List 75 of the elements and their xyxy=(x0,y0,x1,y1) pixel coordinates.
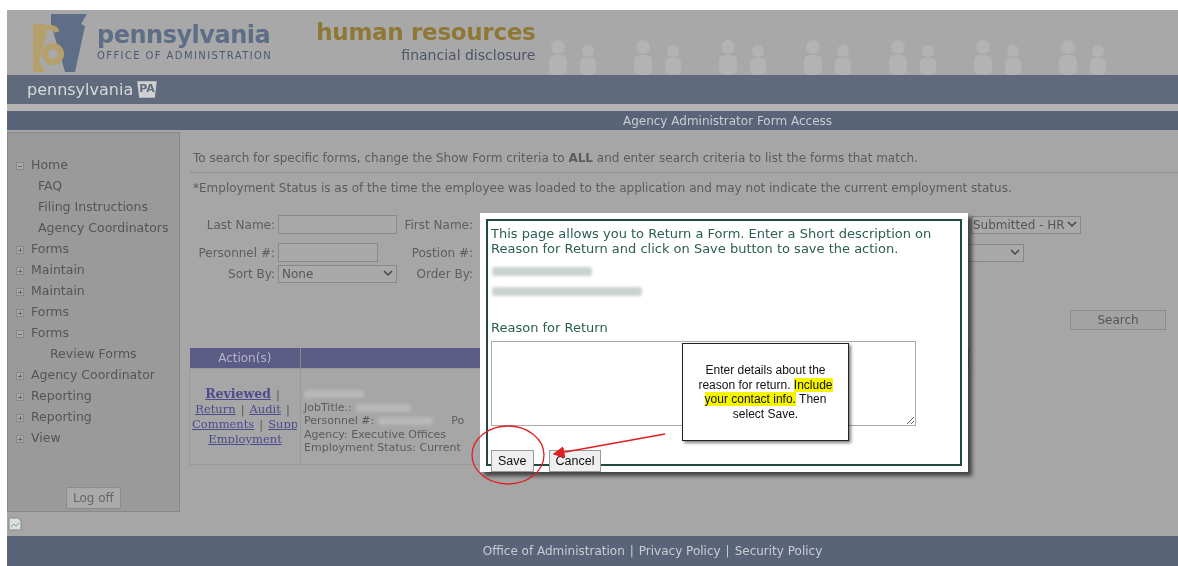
page-title: Agency Administrator Form Access xyxy=(622,112,833,130)
field-label: Personnel #: xyxy=(197,244,276,262)
detail-label: Personnel #: xyxy=(304,414,375,427)
modal-button[interactable]: Cancel xyxy=(548,449,602,473)
field-label: Postion #: xyxy=(410,244,474,262)
footer-link[interactable]: Security Policy xyxy=(734,542,823,560)
sidebar-item[interactable]: FAQ xyxy=(38,177,63,196)
action-link[interactable]: Supp xyxy=(268,417,297,431)
field-label: Order By: xyxy=(415,265,474,283)
action-link[interactable]: Audit xyxy=(249,402,281,416)
sidebar-item[interactable]: Forms xyxy=(31,303,69,322)
chevron-down-icon xyxy=(383,270,393,277)
action-link[interactable]: Comments xyxy=(192,417,255,431)
sidebar-item[interactable]: Forms xyxy=(31,324,69,343)
sidebar-item[interactable]: Review Forms xyxy=(50,345,137,364)
action-link[interactable]: Reviewed xyxy=(205,386,271,401)
field-label: Reason for Return xyxy=(491,319,609,337)
agency-subtitle: OFFICE OF ADMINISTRATION xyxy=(97,49,273,63)
instruction-text: *Employment Status is as of the time the employee was loaded to the application and may not indicate the current employment status. xyxy=(193,180,1013,196)
action-link[interactable]: Employment xyxy=(208,432,282,446)
app-subtitle: financial disclosure xyxy=(400,46,536,65)
separator-text: | xyxy=(259,417,264,431)
sidebar-item[interactable]: Reporting xyxy=(31,408,92,427)
field-label: Sort By: xyxy=(227,265,276,283)
toggle-icon[interactable] xyxy=(16,245,24,254)
toggle-icon[interactable] xyxy=(16,287,24,296)
text-field[interactable] xyxy=(278,215,397,234)
instruction-text: To search for specific forms, change the Show Form criteria to ALL and enter search criteria to list the forms that match. xyxy=(193,150,919,166)
search-button[interactable]: Search xyxy=(1070,310,1166,330)
select-field[interactable]: Submitted - HR xyxy=(971,215,1081,234)
action-link[interactable]: Return xyxy=(195,402,236,416)
toggle-icon[interactable] xyxy=(16,266,24,275)
broken-image-icon xyxy=(8,516,22,531)
detail-text: Employment Status: Current xyxy=(304,441,461,454)
sidebar-item[interactable]: Agency Coordinators xyxy=(38,219,169,238)
sidebar-item[interactable]: Forms xyxy=(31,240,69,259)
separator-text: | xyxy=(240,402,245,416)
sidebar-item[interactable]: Agency Coordinator xyxy=(31,366,155,385)
toggle-icon[interactable] xyxy=(16,371,24,380)
logoff-button[interactable]: Log off xyxy=(66,487,121,509)
footer-link[interactable]: Privacy Policy xyxy=(638,542,721,560)
separator-text: | xyxy=(285,402,290,416)
sidebar-item[interactable]: View xyxy=(31,429,61,448)
toggle-icon[interactable] xyxy=(16,413,24,422)
state-badge: PA xyxy=(137,81,157,98)
toggle-icon[interactable] xyxy=(16,308,24,317)
text-field[interactable] xyxy=(278,243,378,262)
separator-text: | xyxy=(275,387,280,401)
modal-button[interactable]: Save xyxy=(491,449,534,473)
detail-text: Agency: Executive Offices xyxy=(304,427,447,441)
modal-message: This page allows you to Return a Form. Enter a Short description on Reason for Return and click on Save button to save the action. xyxy=(491,226,933,256)
chevron-down-icon xyxy=(1067,221,1077,228)
sidebar-item[interactable]: Maintain xyxy=(31,282,85,301)
field-label: Last Name: xyxy=(205,216,276,234)
sidebar-item[interactable]: Home xyxy=(31,156,68,175)
footer-link[interactable]: Office of Administration xyxy=(482,542,625,560)
toggle-icon[interactable] xyxy=(16,434,24,443)
toggle-icon[interactable] xyxy=(16,392,24,401)
separator-text: | xyxy=(629,543,634,560)
sidebar-item[interactable]: Reporting xyxy=(31,387,92,406)
toggle-icon[interactable] xyxy=(16,161,24,170)
agency-name: pennsylvania xyxy=(97,22,272,48)
detail-label: Po xyxy=(451,414,465,427)
sidebar-item[interactable]: Filing Instructions xyxy=(38,198,148,217)
toggle-icon[interactable] xyxy=(16,329,24,338)
detail-label: JobTitle.: xyxy=(304,400,352,414)
field-label: First Name: xyxy=(403,216,474,234)
state-name: pennsylvania xyxy=(27,78,134,101)
select-field[interactable]: None xyxy=(278,264,397,283)
app-title: human resources xyxy=(316,19,536,45)
sidebar-item[interactable]: Maintain xyxy=(31,261,85,280)
column-header: Action(s) xyxy=(189,348,301,369)
separator-text: | xyxy=(725,543,730,560)
chevron-down-icon xyxy=(1010,249,1020,256)
select-field[interactable] xyxy=(967,243,1024,262)
